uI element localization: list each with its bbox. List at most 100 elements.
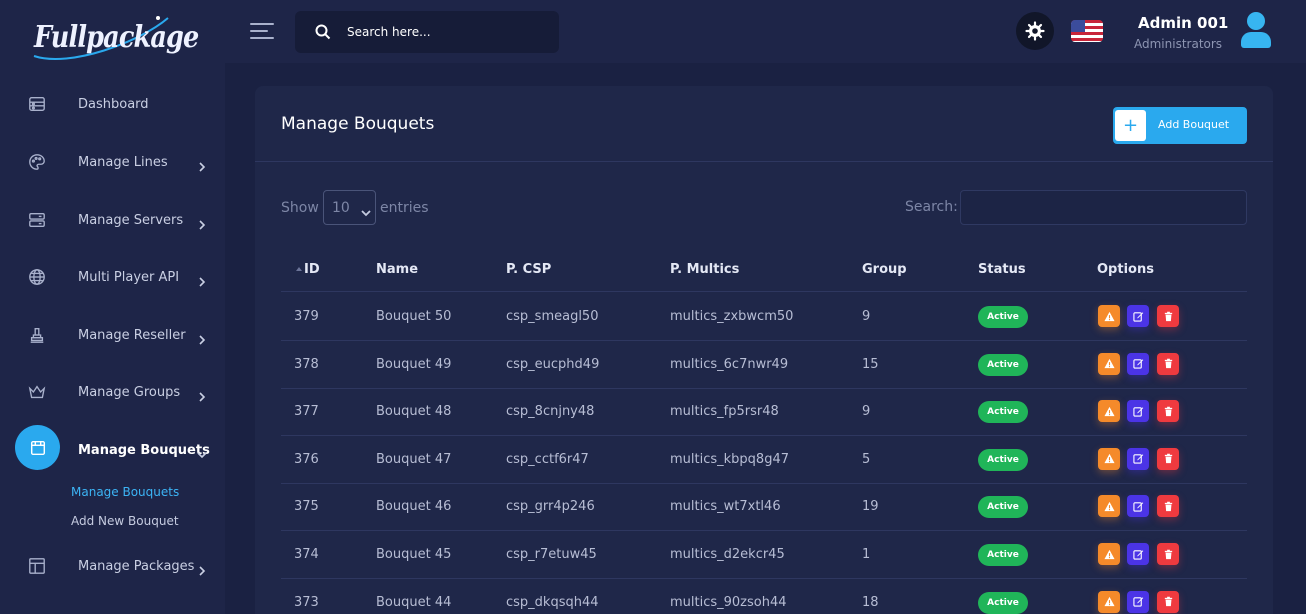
column-header-group[interactable]: Group [862,262,907,277]
cell-multics: multics_90zsoh44 [670,594,787,610]
warning-icon [1103,501,1115,511]
table-search-input[interactable] [960,190,1247,225]
status-badge: Active [978,306,1028,328]
column-header-csp[interactable]: P. CSP [506,262,551,277]
cell-group: 5 [862,451,871,467]
trash-icon [1164,501,1172,511]
crown-icon [27,382,47,402]
column-header-name[interactable]: Name [376,262,418,277]
sidebar-item-dashboard[interactable]: Dashboard [0,76,225,132]
user-avatar-icon[interactable] [1239,12,1275,50]
us-flag-icon[interactable] [1071,20,1103,42]
warning-button[interactable] [1098,543,1120,565]
trash-icon [1164,311,1172,321]
column-header-id[interactable]: ID [304,262,320,277]
warning-icon [1103,406,1115,416]
edit-button[interactable] [1127,543,1149,565]
sidebar-item-manage-lines[interactable]: Manage Lines [0,134,225,190]
trash-icon [1164,549,1172,559]
sidebar-item-label: Dashboard [78,96,149,112]
theme-toggle-button[interactable] [1016,12,1054,50]
warning-button[interactable] [1098,305,1120,327]
cell-csp: csp_grr4p246 [506,499,595,515]
menu-toggle-icon[interactable] [250,21,274,41]
column-header-multics[interactable]: P. Multics [670,262,739,277]
edit-button[interactable] [1127,447,1149,470]
table-row: 375 Bouquet 46 csp_grr4p246 multics_wt7xtl4… [281,483,1247,532]
edit-button[interactable] [1127,495,1149,518]
delete-button[interactable] [1157,352,1179,375]
entries-value: 10 [332,200,350,216]
show-label: Show [281,200,319,216]
cell-multics: multics_wt7xtl46 [670,499,781,515]
edit-icon [1132,549,1143,560]
sidebar-item-label: Manage Packages [78,558,195,574]
cell-name: Bouquet 48 [376,404,452,420]
edit-button[interactable] [1127,590,1149,613]
cell-csp: csp_eucphd49 [506,356,600,372]
edit-icon [1132,406,1143,417]
chevron-right-icon [197,561,207,576]
edit-icon [1132,502,1143,512]
table-row: 373 Bouquet 44 csp_dkqsqh44 multics_90zsoh4… [281,579,1247,614]
sidebar-item-multi-player-api[interactable]: Multi Player API [0,249,225,305]
cell-group: 9 [862,309,871,324]
topbar: Admin 001 Administrators [225,0,1306,63]
cell-group: 1 [862,547,871,562]
sidebar-subitem-manage-bouquets[interactable]: Manage Bouquets [71,485,179,499]
cell-csp: csp_smeagl50 [506,309,599,324]
sidebar-subitem-add-new-bouquet[interactable]: Add New Bouquet [71,514,179,528]
search-icon [315,24,331,40]
sidebar-item-label: Manage Bouquets [78,442,210,458]
chevron-right-icon [197,272,207,287]
column-header-options: Options [1097,262,1154,277]
sidebar-item-manage-groups[interactable]: Manage Groups [0,364,225,420]
cell-group: 18 [862,594,879,610]
cell-multics: multics_6c7nwr49 [670,356,789,372]
warning-button[interactable] [1098,400,1120,423]
user-name[interactable]: Admin 001 [1138,14,1228,32]
edit-icon [1132,454,1143,464]
server-icon [27,210,47,230]
sidebar-item-label: Manage Servers [78,212,184,228]
sort-asc-icon[interactable] [296,267,302,271]
delete-button[interactable] [1157,543,1179,565]
layout-icon [27,556,47,576]
cell-name: Bouquet 45 [376,547,452,562]
sidebar-item-label: Multi Player API [78,269,180,285]
warning-button[interactable] [1098,447,1120,470]
edit-button[interactable] [1127,305,1149,327]
globe-icon [27,267,47,287]
add-bouquet-button[interactable]: + Add Bouquet [1113,107,1247,144]
entries-per-page-select[interactable]: 10 [323,190,376,225]
cell-id: 376 [294,451,319,467]
status-badge: Active [978,401,1028,424]
table-row: 379 Bouquet 50 csp_smeagl50 multics_zxbwcm5… [281,293,1247,341]
sidebar-item-manage-reseller[interactable]: Manage Reseller [0,307,225,363]
delete-button[interactable] [1157,590,1179,613]
delete-button[interactable] [1157,495,1179,518]
column-header-status[interactable]: Status [978,262,1026,277]
warning-button[interactable] [1098,352,1120,375]
table-row: 376 Bouquet 47 csp_cctf6r47 multics_kbpq8g4… [281,436,1247,484]
delete-button[interactable] [1157,447,1179,470]
cell-id: 379 [294,309,319,324]
entries-label: entries [380,200,429,216]
status-badge: Active [978,496,1028,519]
global-search-input[interactable] [347,21,547,43]
sidebar-item-manage-bouquets[interactable]: Manage Bouquets [0,422,225,478]
edit-button[interactable] [1127,352,1149,375]
sidebar-item-manage-packages[interactable]: Manage Packages [0,538,225,594]
status-badge: Active [978,544,1028,566]
cell-csp: csp_8cnjny48 [506,404,595,420]
cell-multics: multics_kbpq8g47 [670,451,789,467]
sidebar-item-manage-servers[interactable]: Manage Servers [0,192,225,248]
warning-button[interactable] [1098,590,1120,613]
cell-group: 9 [862,404,871,420]
warning-button[interactable] [1098,495,1120,518]
edit-button[interactable] [1127,400,1149,423]
brand-logo[interactable]: Fullpackage [30,12,199,64]
delete-button[interactable] [1157,400,1179,423]
trash-icon [1164,358,1172,369]
delete-button[interactable] [1157,305,1179,327]
